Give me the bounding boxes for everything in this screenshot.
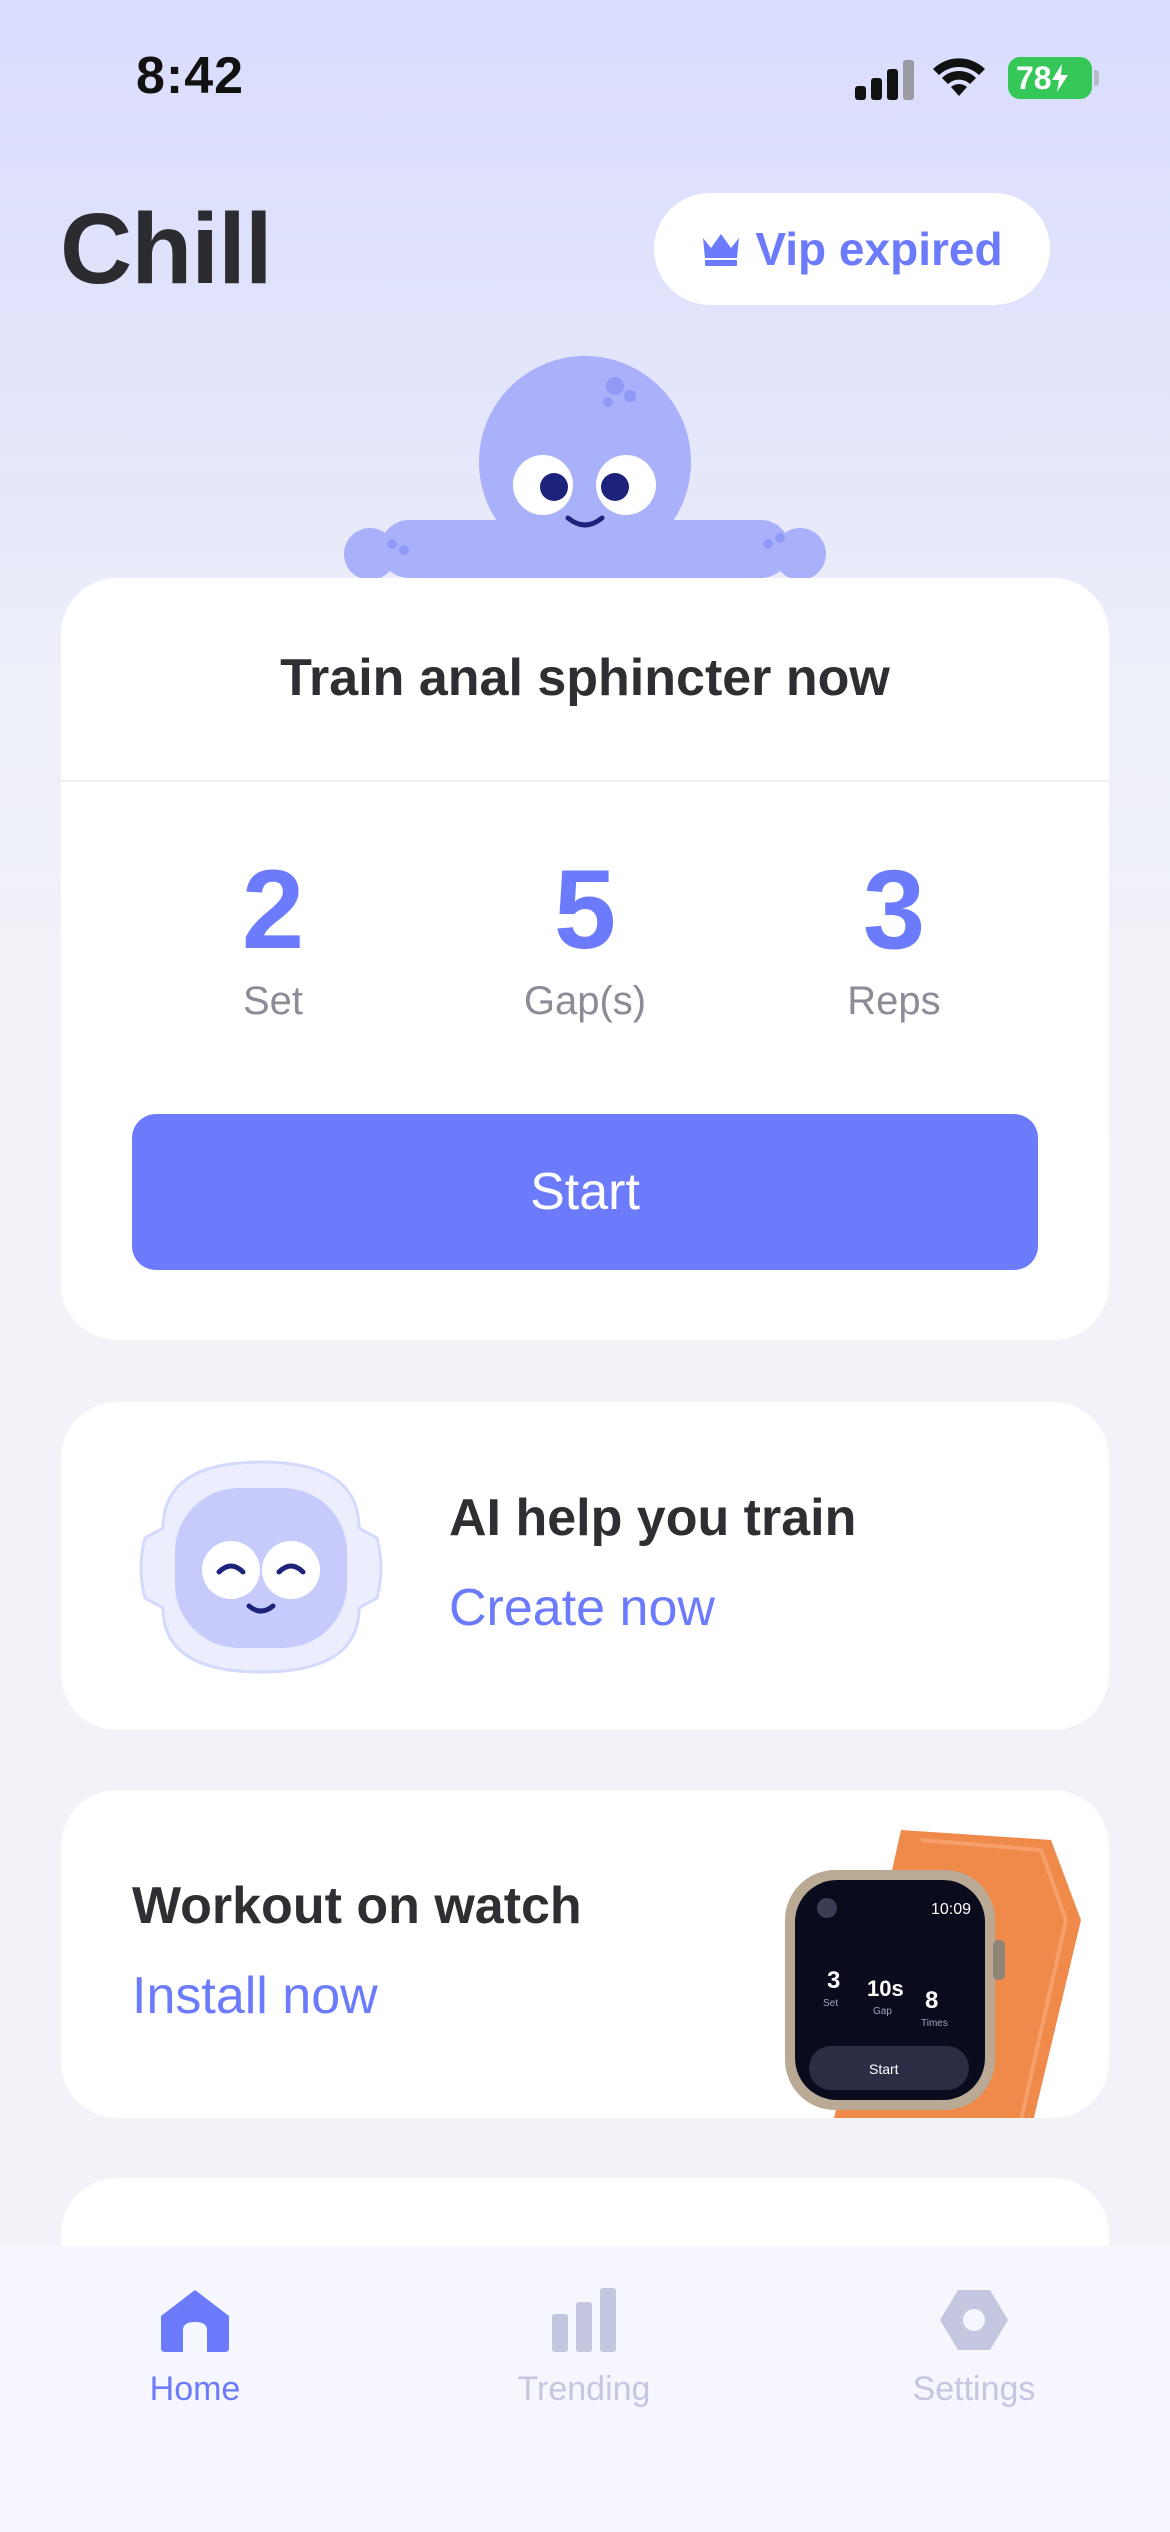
watch-card[interactable]: Workout on watch Install now 10:09 3 10s… bbox=[61, 1790, 1109, 2118]
stat-set-label: Set bbox=[242, 979, 304, 1024]
stat-gap[interactable]: 5 Gap(s) bbox=[435, 848, 735, 1024]
battery-indicator: 78 bbox=[1008, 57, 1092, 99]
train-card-title: Train anal sphincter now bbox=[280, 649, 890, 707]
tab-settings-label: Settings bbox=[912, 2370, 1036, 2408]
stat-reps[interactable]: 3 Reps bbox=[744, 848, 1044, 1024]
watch-set-value: 3 bbox=[827, 1967, 840, 1994]
watch-times-value: 8 bbox=[925, 1987, 938, 2014]
vip-status-label: Vip expired bbox=[755, 223, 1003, 275]
app-title: Chill bbox=[60, 193, 273, 305]
start-button[interactable]: Start bbox=[132, 1114, 1038, 1270]
stat-gap-value: 5 bbox=[553, 847, 617, 972]
battery-cap bbox=[1094, 70, 1099, 86]
stat-reps-label: Reps bbox=[847, 979, 941, 1024]
watch-card-title: Workout on watch bbox=[132, 1877, 582, 1935]
train-card: Train anal sphincter now 2 Set 5 Gap(s) … bbox=[61, 578, 1109, 1340]
home-icon bbox=[161, 2290, 229, 2352]
watch-gap-label: Gap bbox=[873, 2006, 892, 2017]
tab-home[interactable]: Home bbox=[75, 2286, 315, 2409]
battery-level: 78 bbox=[1016, 59, 1052, 96]
install-now-link[interactable]: Install now bbox=[132, 1966, 378, 2026]
tab-home-label: Home bbox=[149, 2370, 241, 2408]
crown-icon bbox=[703, 234, 740, 266]
wifi-icon bbox=[933, 58, 985, 96]
tab-trending[interactable]: Trending bbox=[464, 2286, 704, 2409]
status-time: 8:42 bbox=[136, 47, 245, 105]
stat-reps-value: 3 bbox=[862, 847, 926, 972]
cellular-signal-icon bbox=[855, 60, 914, 100]
stat-gap-label: Gap(s) bbox=[523, 979, 647, 1024]
watch-times-label: Times bbox=[921, 2018, 948, 2029]
create-now-link[interactable]: Create now bbox=[449, 1578, 715, 1638]
octopus-mascot-illustration bbox=[344, 356, 826, 582]
stat-set-value: 2 bbox=[241, 847, 305, 972]
watch-gap-value: 10s bbox=[867, 1976, 904, 2001]
robot-face-icon bbox=[139, 1460, 383, 1674]
watch-start-label: Start bbox=[869, 2061, 899, 2077]
tab-trending-label: Trending bbox=[517, 2370, 651, 2408]
tab-bar: Home Trending Settings bbox=[0, 2246, 1170, 2532]
bar-chart-icon bbox=[552, 2288, 616, 2352]
vip-status-button[interactable]: Vip expired bbox=[654, 193, 1050, 305]
ai-train-card[interactable]: AI help you train Create now bbox=[61, 1402, 1109, 1730]
watch-set-label: Set bbox=[823, 1998, 838, 2009]
hexagon-settings-icon bbox=[940, 2290, 1008, 2350]
charging-bolt-icon bbox=[1051, 64, 1068, 92]
watch-time: 10:09 bbox=[931, 1901, 971, 1918]
ai-card-title: AI help you train bbox=[449, 1489, 857, 1547]
status-bar: 8:42 78 bbox=[0, 0, 1170, 150]
apple-watch-illustration: 10:09 3 10s 8 Set Gap Times Start bbox=[785, 1830, 1081, 2118]
stat-set[interactable]: 2 Set bbox=[123, 848, 423, 1024]
tab-settings[interactable]: Settings bbox=[854, 2286, 1094, 2409]
divider bbox=[61, 780, 1109, 782]
